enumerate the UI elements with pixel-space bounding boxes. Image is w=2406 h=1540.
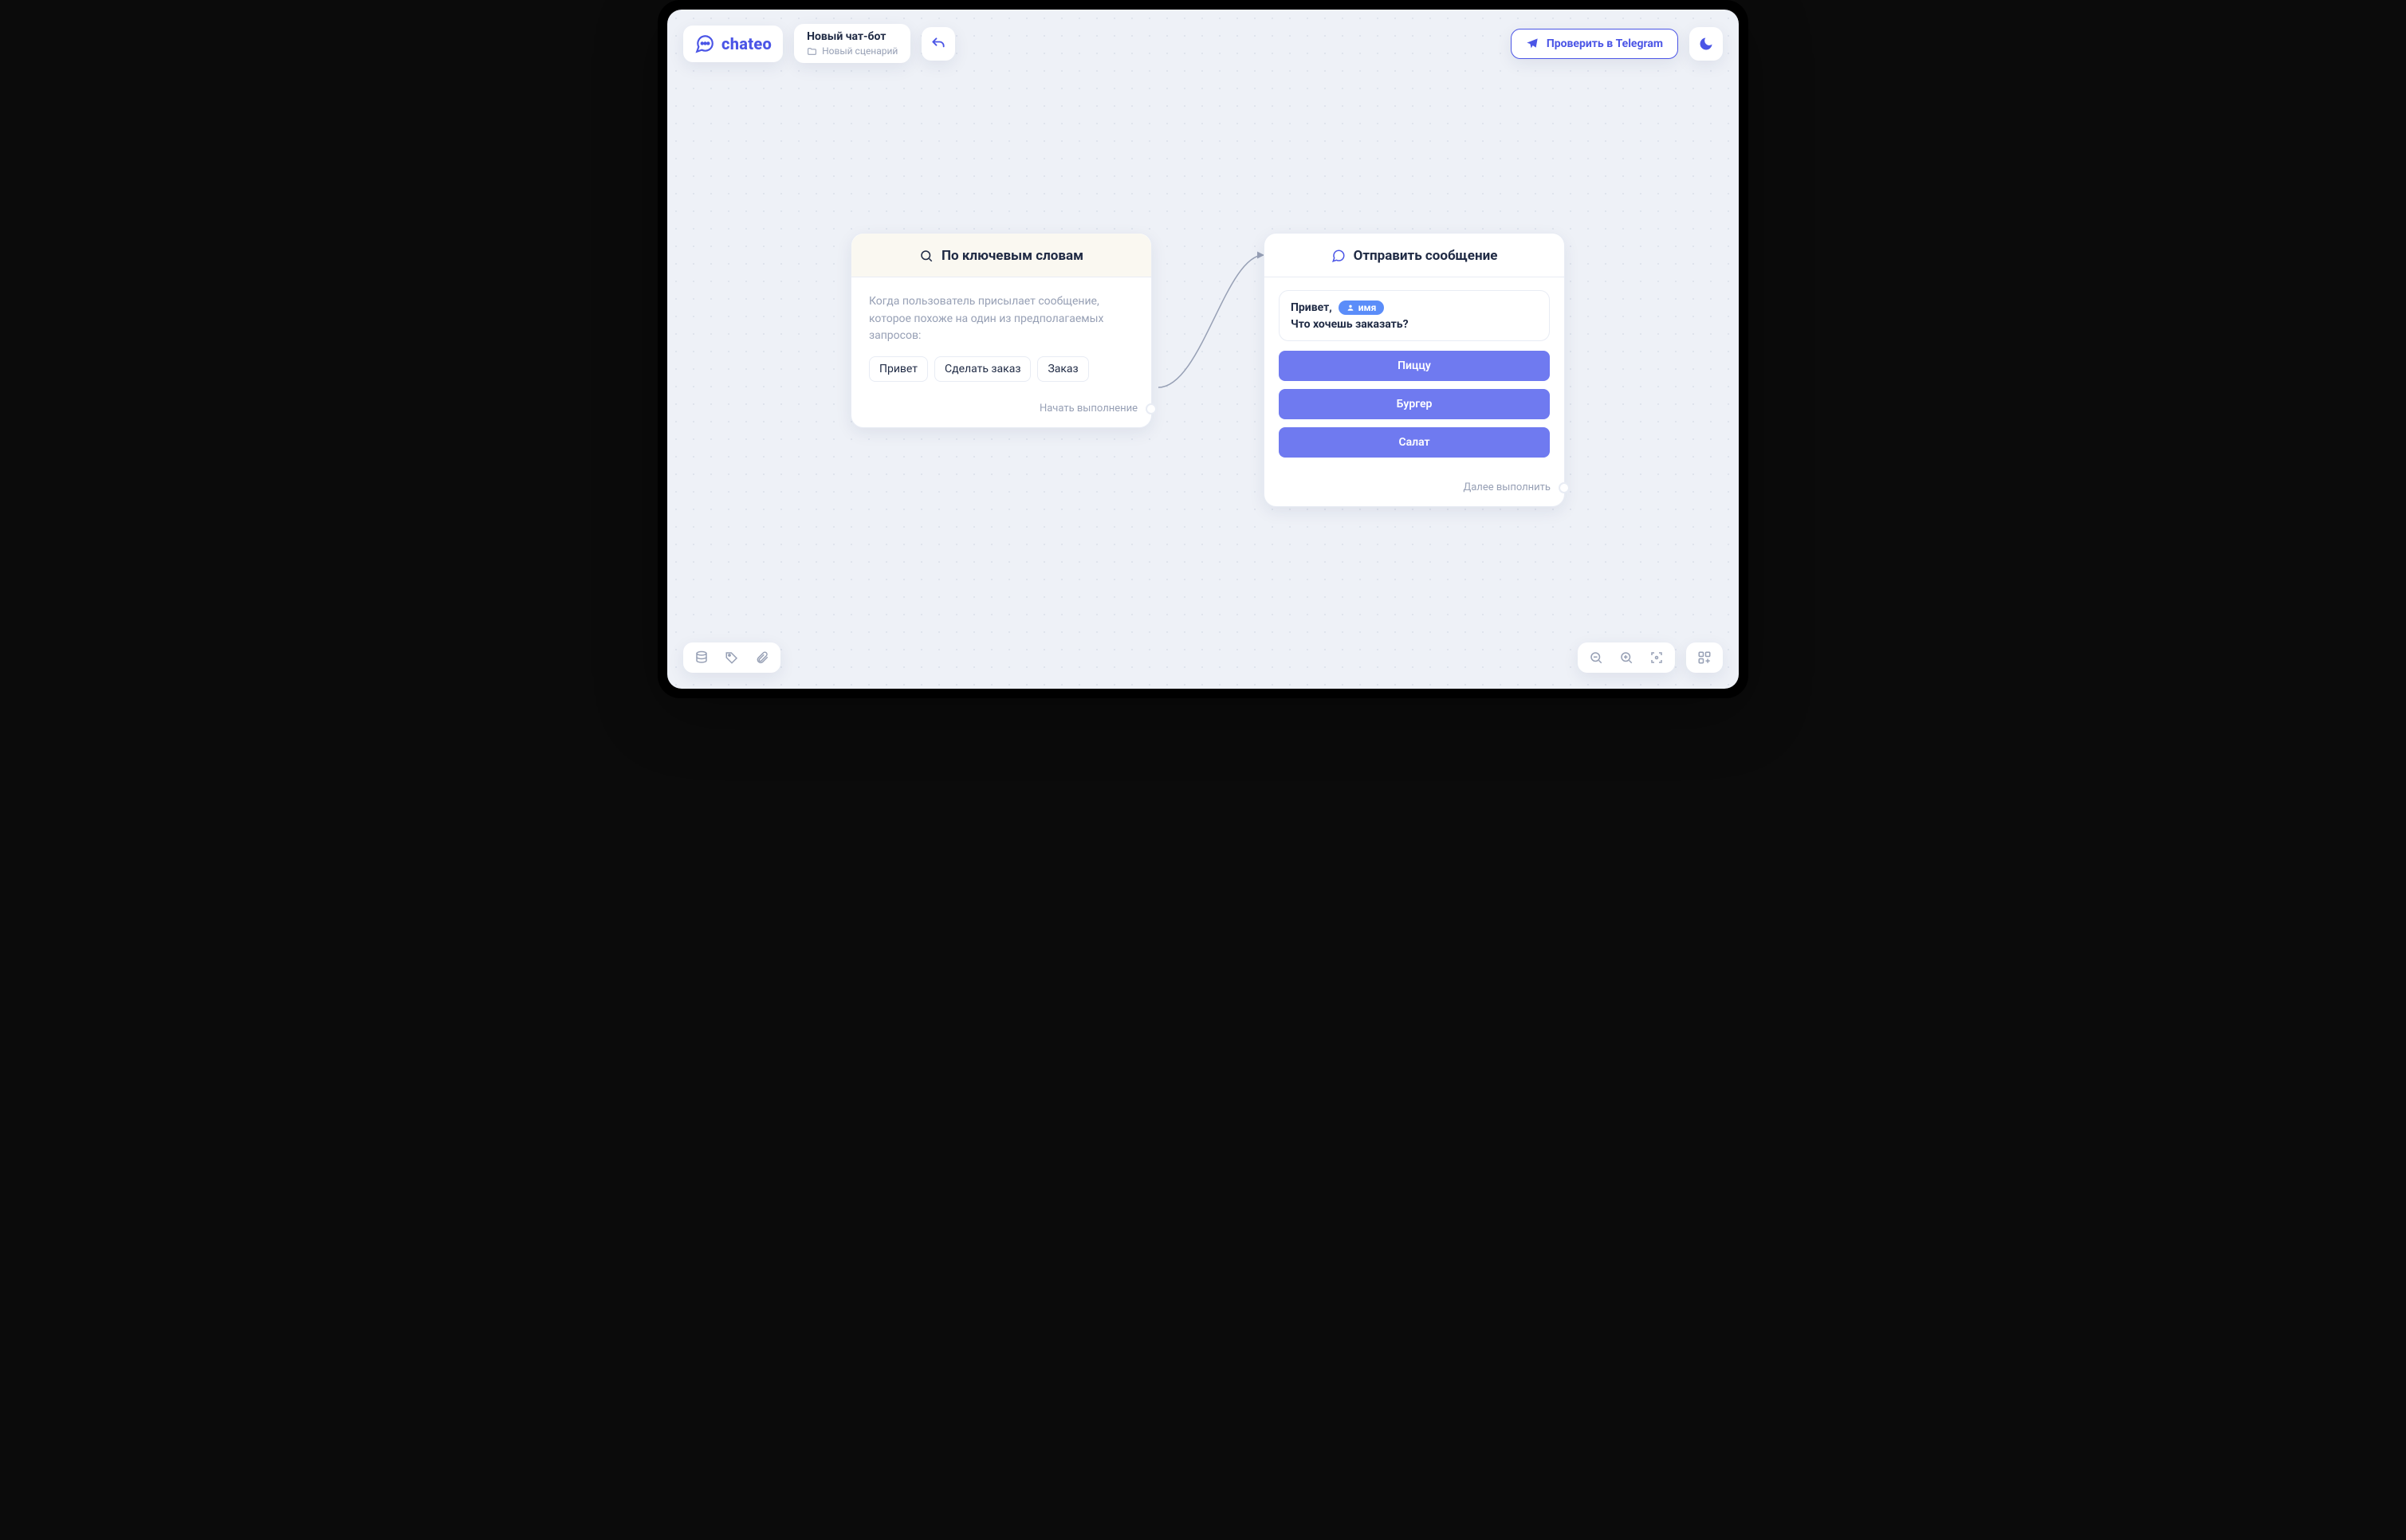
message-icon — [1331, 249, 1346, 263]
flow-canvas[interactable]: По ключевым словам Когда пользователь пр… — [667, 10, 1739, 689]
node-header: По ключевым словам — [851, 234, 1151, 277]
variable-tag-label: имя — [1358, 302, 1377, 313]
add-node-button[interactable] — [1697, 650, 1712, 665]
message-preview[interactable]: Привет, имя Что хочешь заказать? — [1279, 290, 1550, 341]
output-port[interactable] — [1559, 482, 1570, 493]
node-title: Отправить сообщение — [1354, 248, 1498, 264]
focus-icon — [1649, 650, 1664, 665]
keyword-pill[interactable]: Сделать заказ — [934, 356, 1031, 382]
device-frame: chateo Новый чат-бот Новый сценарий Пров… — [658, 0, 1748, 698]
fit-view-button[interactable] — [1649, 650, 1664, 665]
node-body: Привет, имя Что хочешь заказать? Пиццу Б… — [1264, 277, 1564, 473]
tool-strip-add — [1686, 642, 1723, 673]
tag-button[interactable] — [725, 650, 739, 665]
zoom-out-icon — [1589, 650, 1603, 665]
attachment-button[interactable] — [755, 650, 769, 665]
reply-option[interactable]: Пиццу — [1279, 351, 1550, 381]
database-icon — [694, 650, 709, 665]
output-port[interactable] — [1146, 403, 1157, 414]
node-footer-label: Начать выполнение — [1040, 403, 1138, 414]
node-footer: Начать выполнение — [851, 395, 1151, 427]
connector-edge — [667, 10, 1739, 689]
node-send-message[interactable]: Отправить сообщение Привет, имя Что хоче… — [1264, 233, 1565, 507]
keyword-pill[interactable]: Заказ — [1037, 356, 1088, 382]
variable-tag-name[interactable]: имя — [1339, 301, 1385, 315]
bottombar — [683, 642, 1723, 673]
database-button[interactable] — [694, 650, 709, 665]
message-question: Что хочешь заказать? — [1291, 318, 1538, 331]
paperclip-icon — [755, 650, 769, 665]
app-canvas-frame: chateo Новый чат-бот Новый сценарий Пров… — [667, 10, 1739, 689]
node-body: Когда пользователь присылает сообщение, … — [851, 277, 1151, 395]
node-footer: Далее выполнить — [1264, 473, 1564, 506]
user-icon — [1346, 304, 1354, 312]
greeting-prefix: Привет, — [1291, 301, 1332, 314]
zoom-out-button[interactable] — [1589, 650, 1603, 665]
reply-option[interactable]: Бургер — [1279, 389, 1550, 419]
node-description: Когда пользователь присылает сообщение, … — [869, 293, 1134, 345]
zoom-in-button[interactable] — [1619, 650, 1633, 665]
grid-plus-icon — [1697, 650, 1712, 665]
tag-icon — [725, 650, 739, 665]
node-header: Отправить сообщение — [1264, 234, 1564, 277]
node-footer-label: Далее выполнить — [1463, 481, 1551, 493]
tool-strip-left — [683, 642, 780, 673]
node-keywords-trigger[interactable]: По ключевым словам Когда пользователь пр… — [851, 233, 1152, 428]
reply-option[interactable]: Салат — [1279, 427, 1550, 458]
search-icon — [919, 249, 934, 263]
node-title: По ключевым словам — [942, 248, 1083, 264]
tool-strip-zoom — [1578, 642, 1675, 673]
keyword-pills: Привет Сделать заказ Заказ — [869, 356, 1134, 382]
zoom-in-icon — [1619, 650, 1633, 665]
keyword-pill[interactable]: Привет — [869, 356, 928, 382]
